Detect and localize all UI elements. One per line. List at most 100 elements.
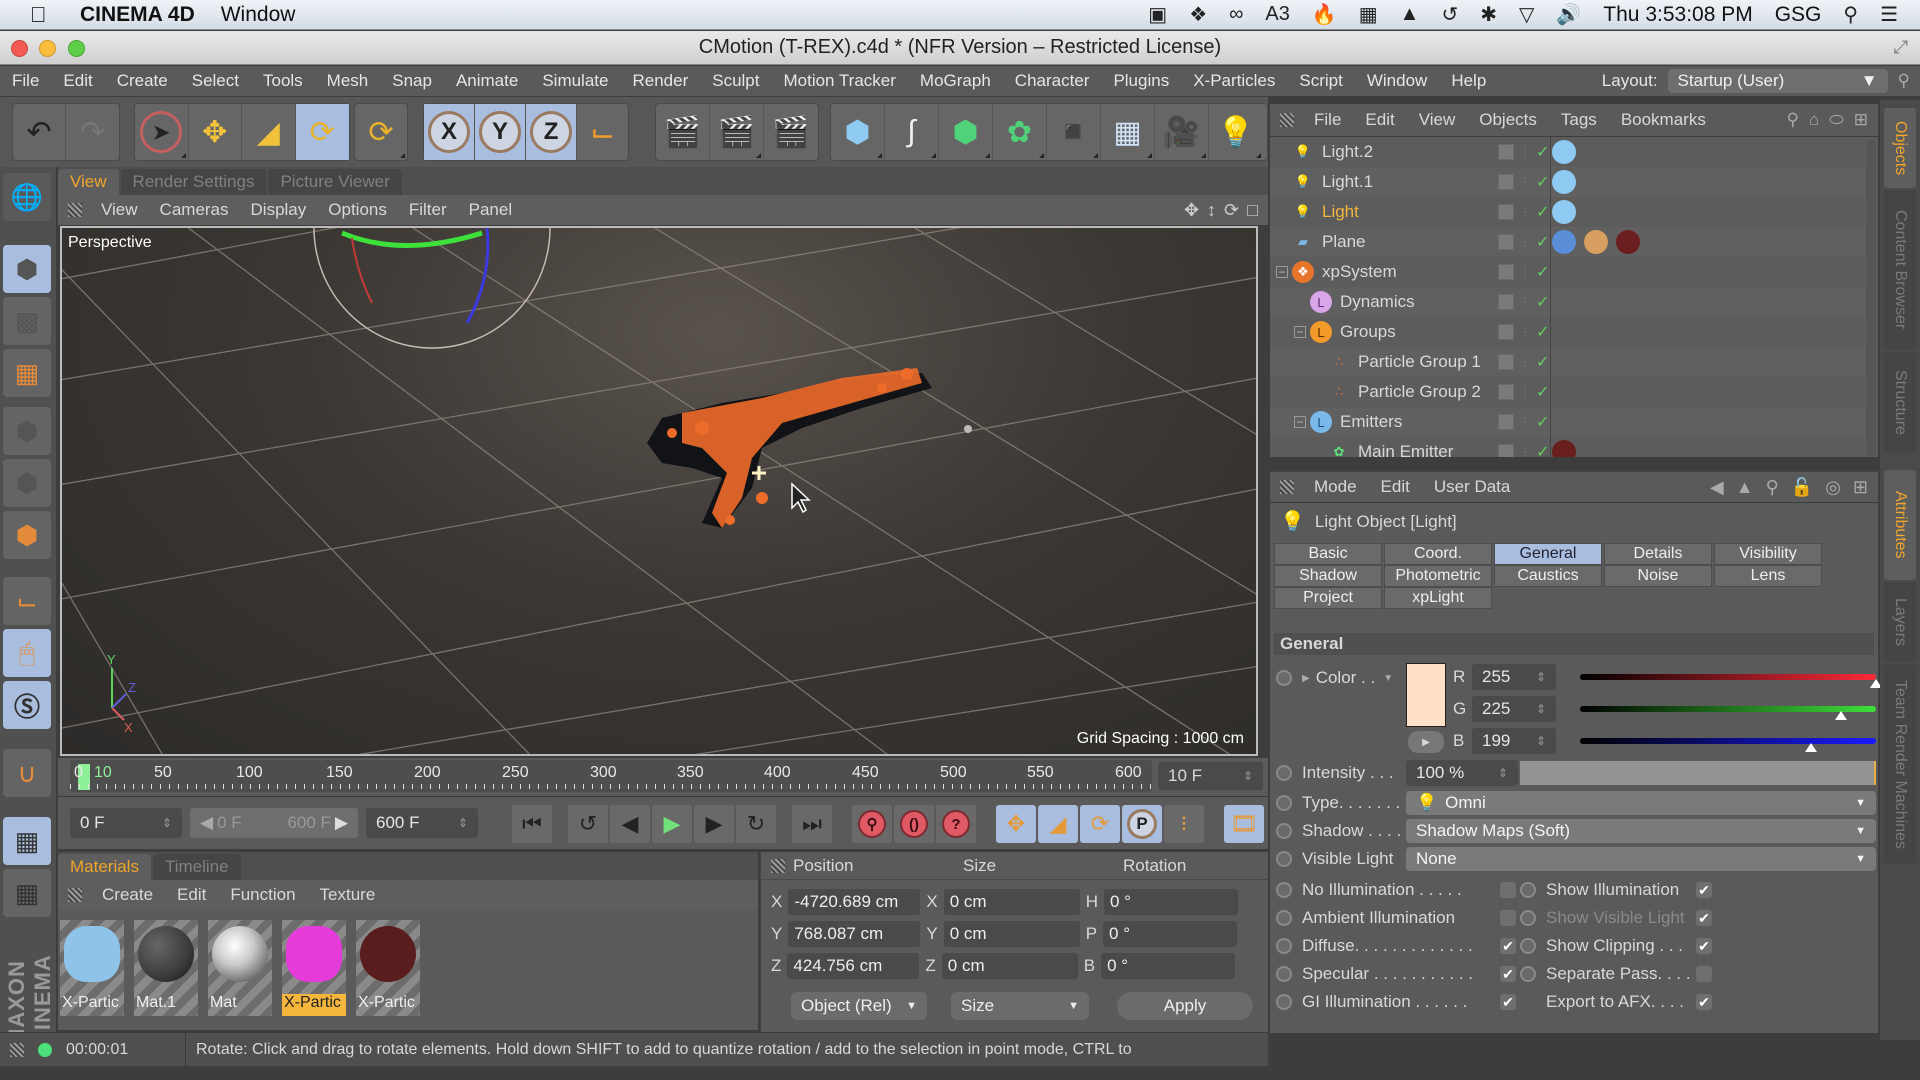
record-parameter-button[interactable]: P (1122, 805, 1162, 843)
visibility-dots-icon[interactable]: ⋮ (1520, 297, 1530, 308)
object-row[interactable]: − L Groups ⋮ ✓ (1270, 317, 1866, 347)
attr-tab-basic[interactable]: Basic (1274, 543, 1382, 565)
axis-mode-button[interactable]: ⌙ (3, 577, 51, 625)
tweak-mode-button[interactable]: 🖱 (3, 629, 51, 677)
menu-snap[interactable]: Snap (380, 71, 444, 91)
tab-materials[interactable]: Materials (58, 854, 151, 880)
layer-color-box[interactable] (1498, 354, 1514, 370)
texture-tag-icon[interactable] (1584, 230, 1608, 254)
menu-file[interactable]: File (0, 71, 51, 91)
expand-arrow-icon[interactable]: ▶ (1302, 673, 1310, 684)
object-row[interactable]: ✿ Main Emitter ⋮ ✓ (1270, 437, 1866, 457)
position-x-field[interactable]: -4720.689 cm (788, 889, 921, 915)
render-picture-viewer-button[interactable]: 🎬 (710, 104, 764, 160)
animate-radio[interactable] (1276, 966, 1292, 982)
material-menu-function[interactable]: Function (218, 885, 307, 905)
animate-radio[interactable] (1276, 670, 1292, 686)
new-panel-icon[interactable]: ⊞ (1853, 477, 1868, 498)
attr-tab-noise[interactable]: Noise (1604, 565, 1712, 587)
video-camera-icon[interactable]: ▣ (1148, 2, 1167, 27)
tab-layers[interactable]: Layers (1884, 582, 1916, 662)
autokeying-button[interactable]: () (894, 805, 934, 843)
layer-color-box[interactable] (1498, 414, 1514, 430)
visibility-dots-icon[interactable]: ⋮ (1520, 357, 1530, 368)
attributes-menu-user-data[interactable]: User Data (1422, 477, 1523, 497)
panel-grip-icon[interactable] (68, 888, 82, 902)
enabled-check-icon[interactable]: ✓ (1536, 232, 1549, 252)
object-name[interactable]: Light.2 (1322, 142, 1373, 162)
clock[interactable]: Thu 3:53:08 PM (1603, 3, 1752, 27)
dropbox-icon[interactable]: ❖ (1189, 2, 1207, 27)
green-field[interactable]: 225 ⇕ (1472, 696, 1556, 722)
checkbox[interactable]: ✔ (1500, 938, 1516, 954)
airplay-icon[interactable]: ▲ (1400, 3, 1420, 26)
object-name[interactable]: Groups (1340, 322, 1396, 342)
checkbox[interactable]: ✔ (1696, 938, 1712, 954)
attr-tab-project[interactable]: Project (1274, 587, 1382, 609)
menu-window[interactable]: Window (1355, 71, 1439, 91)
record-point-level-button[interactable]: ⁝ (1164, 805, 1204, 843)
zoom-window-button[interactable] (68, 40, 85, 57)
menu-tools[interactable]: Tools (251, 71, 315, 91)
object-row[interactable]: − ❖ xpSystem ⋮ ✓ (1270, 257, 1866, 287)
attr-tab-visibility[interactable]: Visibility (1714, 543, 1822, 565)
checkbox[interactable] (1500, 882, 1516, 898)
record-rotation-button[interactable]: ⟳ (1080, 805, 1120, 843)
search-icon[interactable]: ⚲ (1766, 477, 1779, 498)
filter-icon[interactable]: ⬭ (1829, 110, 1844, 130)
scale-tool-button[interactable]: ◢ (242, 104, 296, 160)
orbit-view-icon[interactable]: ⟳ (1224, 200, 1239, 221)
enabled-check-icon[interactable]: ✓ (1536, 382, 1549, 402)
visibility-dots-icon[interactable]: ⋮ (1520, 387, 1530, 398)
attr-tab-coord[interactable]: Coord. (1384, 543, 1492, 565)
tab-timeline[interactable]: Timeline (152, 854, 241, 880)
enabled-check-icon[interactable]: ✓ (1536, 442, 1549, 457)
object-row[interactable]: 💡 Light ⋮ ✓ (1270, 197, 1866, 227)
coordinate-system-button[interactable]: ⌙ (577, 104, 628, 160)
visible-light-dropdown[interactable]: None ▼ (1406, 847, 1876, 871)
tab-picture-viewer[interactable]: Picture Viewer (268, 169, 402, 195)
panel-grip-icon[interactable] (771, 858, 785, 873)
shadow-dropdown[interactable]: Shadow Maps (Soft) ▼ (1406, 819, 1876, 843)
menu-render[interactable]: Render (620, 71, 700, 91)
tab-structure[interactable]: Structure (1884, 352, 1916, 452)
viewport-menu-view[interactable]: View (90, 200, 149, 220)
tab-content-browser[interactable]: Content Browser (1884, 190, 1916, 350)
visibility-dots-icon[interactable]: ⋮ (1520, 447, 1530, 458)
red-slider[interactable] (1580, 674, 1876, 680)
viewport-menu-cameras[interactable]: Cameras (149, 200, 240, 220)
objects-menu-bookmarks[interactable]: Bookmarks (1609, 110, 1718, 130)
perspective-viewport[interactable]: Y Z X Perspective Grid Spacing : 1000 cm (60, 226, 1258, 756)
material-swatch[interactable]: X-Partic (282, 920, 346, 1016)
enabled-check-icon[interactable]: ✓ (1536, 352, 1549, 372)
menu-create[interactable]: Create (105, 71, 180, 91)
material-menu-texture[interactable]: Texture (308, 885, 388, 905)
redo-button[interactable]: ↷ (66, 104, 119, 160)
blue-slider-knob[interactable] (1804, 743, 1817, 752)
object-row[interactable]: L Dynamics ⋮ ✓ (1270, 287, 1866, 317)
light-tag-icon[interactable] (1552, 140, 1576, 164)
go-to-start-button[interactable]: ⏮ (512, 805, 552, 843)
camera-label[interactable]: Perspective (68, 234, 152, 252)
xp-collider-tag-icon[interactable] (1552, 230, 1576, 254)
visibility-dots-icon[interactable]: ⋮ (1520, 267, 1530, 278)
object-name[interactable]: Light (1322, 202, 1359, 222)
attributes-menu-mode[interactable]: Mode (1302, 477, 1369, 497)
menu-select[interactable]: Select (180, 71, 251, 91)
blue-slider[interactable] (1580, 738, 1876, 744)
enabled-check-icon[interactable]: ✓ (1536, 202, 1549, 222)
checkbox[interactable]: ✔ (1696, 994, 1712, 1010)
play-button[interactable]: ▶ (652, 805, 692, 843)
light-object-dot[interactable] (964, 425, 972, 433)
creative-cloud-icon[interactable]: ∞ (1229, 3, 1243, 26)
object-name[interactable]: Particle Group 1 (1358, 352, 1481, 372)
objects-menu-objects[interactable]: Objects (1467, 110, 1549, 130)
object-row[interactable]: ∴ Particle Group 1 ⋮ ✓ (1270, 347, 1866, 377)
attributes-menu-edit[interactable]: Edit (1369, 477, 1422, 497)
render-settings-button[interactable]: 🎬 (764, 104, 818, 160)
intensity-slider[interactable] (1520, 761, 1876, 785)
enabled-check-icon[interactable]: ✓ (1536, 322, 1549, 342)
prev-frame-button[interactable]: ◀ (610, 805, 650, 843)
type-dropdown[interactable]: 💡 Omni ▼ (1406, 791, 1876, 815)
material-swatch[interactable]: X-Partic (356, 920, 420, 1016)
